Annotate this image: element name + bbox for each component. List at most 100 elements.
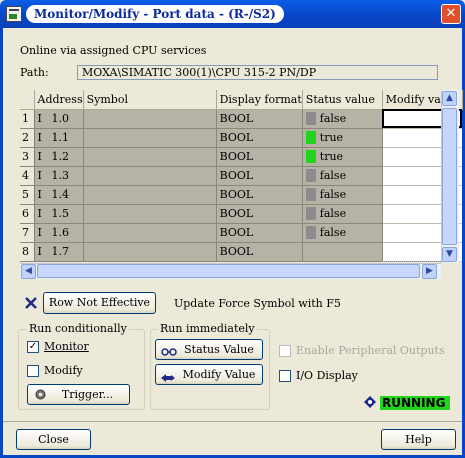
address-cell[interactable]: I 1.2 — [34, 147, 84, 167]
table-row[interactable]: 1 I 1.0 BOOL false — [20, 109, 463, 129]
display-format-cell[interactable]: BOOL — [216, 147, 303, 167]
header-address[interactable]: Address — [34, 90, 84, 110]
address-value: 1.5 — [51, 207, 70, 220]
table-row[interactable]: 3 I 1.2 BOOL true — [20, 147, 463, 167]
io-display-checkbox[interactable] — [279, 370, 291, 382]
trigger-button[interactable]: Trigger... — [27, 384, 130, 405]
table-row[interactable]: 7 I 1.6 BOOL false — [20, 223, 463, 243]
scroll-up-button[interactable]: ▲ — [442, 91, 457, 106]
row-number: 1 — [20, 109, 35, 129]
status-value-cell: false — [302, 166, 383, 186]
address-area: I — [37, 169, 42, 182]
app-icon — [6, 6, 22, 22]
window-close-button[interactable]: ✕ — [441, 4, 461, 24]
status-value-text: false — [319, 168, 347, 182]
table-header-row: Address Symbol Display format Status val… — [20, 90, 463, 110]
display-format-cell[interactable]: BOOL — [216, 128, 303, 148]
display-format-cell[interactable]: BOOL — [216, 242, 303, 262]
header-status-value[interactable]: Status value — [302, 90, 383, 110]
status-value-button[interactable]: Status Value — [155, 339, 263, 360]
horizontal-scroll-thumb[interactable] — [37, 264, 420, 278]
address-cell[interactable]: I 1.1 — [34, 128, 84, 148]
scroll-right-button[interactable]: ▶ — [422, 264, 437, 279]
header-symbol[interactable]: Symbol — [83, 90, 217, 110]
display-format-cell[interactable]: BOOL — [216, 185, 303, 205]
address-cell[interactable]: I 1.7 — [34, 242, 84, 262]
status-value-cell: false — [302, 223, 383, 243]
address-value: 1.0 — [51, 112, 70, 125]
header-display-format[interactable]: Display format — [216, 90, 303, 110]
run-immediately-title: Run immediately — [158, 322, 257, 335]
display-format-cell[interactable]: BOOL — [216, 166, 303, 186]
status-value-cell: false — [302, 109, 383, 129]
monitor-label-text: Monitor — [44, 340, 89, 353]
table-row[interactable]: 4 I 1.3 BOOL false — [20, 166, 463, 186]
address-cell[interactable]: I 1.4 — [34, 185, 84, 205]
help-button[interactable]: Help — [381, 429, 456, 450]
row-not-effective-button[interactable]: Row Not Effective — [43, 292, 156, 314]
enable-peripheral-outputs-label: Enable Peripheral Outputs — [296, 344, 445, 357]
status-value-cell: true — [302, 128, 383, 148]
scroll-down-button[interactable]: ▼ — [442, 247, 457, 262]
trigger-button-label: Trigger... — [61, 388, 114, 401]
scroll-left-button[interactable]: ◀ — [21, 264, 36, 279]
status-indicator-icon — [305, 188, 316, 202]
modify-checkbox[interactable] — [27, 365, 39, 377]
table-row[interactable]: 2 I 1.1 BOOL true — [20, 128, 463, 148]
monitor-checkbox[interactable]: ✓ — [27, 341, 39, 353]
symbol-cell[interactable] — [83, 242, 217, 262]
enable-peripheral-outputs-checkbox[interactable] — [279, 345, 291, 357]
address-area: I — [37, 245, 42, 258]
address-cell[interactable]: I 1.6 — [34, 223, 84, 243]
status-value-cell — [302, 242, 383, 262]
modify-value-label: Modify Value — [182, 368, 256, 381]
table-row[interactable]: 6 I 1.5 BOOL false — [20, 204, 463, 224]
display-format-cell[interactable]: BOOL — [216, 223, 303, 243]
row-number: 8 — [20, 242, 35, 262]
display-format-cell[interactable]: BOOL — [216, 109, 303, 129]
vertical-scroll-thumb[interactable] — [442, 108, 457, 245]
glasses-icon — [161, 344, 177, 356]
status-indicator-icon — [305, 226, 316, 240]
io-display-label[interactable]: I/O Display — [296, 369, 358, 382]
run-conditionally-title: Run conditionally — [27, 322, 129, 335]
status-value-cell: false — [302, 185, 383, 205]
symbol-cell[interactable] — [83, 223, 217, 243]
address-value: 1.6 — [51, 226, 70, 239]
address-cell[interactable]: I 1.5 — [34, 204, 84, 224]
address-cell[interactable]: I 1.0 — [34, 109, 84, 129]
connection-status-text: Online via assigned CPU services — [20, 44, 207, 57]
status-value-cell: true — [302, 147, 383, 167]
status-indicator-icon — [305, 207, 316, 221]
status-value-text: false — [319, 111, 347, 125]
status-indicator-icon — [305, 131, 316, 145]
close-button[interactable]: Close — [16, 429, 91, 450]
status-value-text: true — [319, 149, 344, 163]
modify-arrows-icon — [160, 370, 176, 382]
symbol-cell[interactable] — [83, 204, 217, 224]
symbol-cell[interactable] — [83, 166, 217, 186]
modify-value-button[interactable]: Modify Value — [155, 364, 263, 385]
display-format-cell[interactable]: BOOL — [216, 204, 303, 224]
address-area: I — [37, 226, 42, 239]
row-number: 4 — [20, 166, 35, 186]
address-area: I — [37, 131, 42, 144]
row-number: 5 — [20, 185, 35, 205]
row-number: 3 — [20, 147, 35, 167]
symbol-cell[interactable] — [83, 185, 217, 205]
header-row-number — [20, 90, 35, 110]
table-row[interactable]: 5 I 1.4 BOOL false — [20, 185, 463, 205]
symbol-cell[interactable] — [83, 109, 217, 129]
address-area: I — [37, 188, 42, 201]
symbol-cell[interactable] — [83, 147, 217, 167]
symbol-cell[interactable] — [83, 128, 217, 148]
table-row[interactable]: 8 I 1.7 BOOL — [20, 242, 463, 262]
modify-label[interactable]: Modify — [44, 364, 83, 377]
address-area: I — [37, 112, 42, 125]
cpu-run-status: RUNNING — [380, 396, 450, 410]
monitor-label[interactable]: Monitor — [44, 340, 89, 353]
address-value: 1.2 — [51, 150, 70, 163]
status-value-text: false — [319, 206, 347, 220]
address-value: 1.1 — [51, 131, 70, 144]
address-cell[interactable]: I 1.3 — [34, 166, 84, 186]
